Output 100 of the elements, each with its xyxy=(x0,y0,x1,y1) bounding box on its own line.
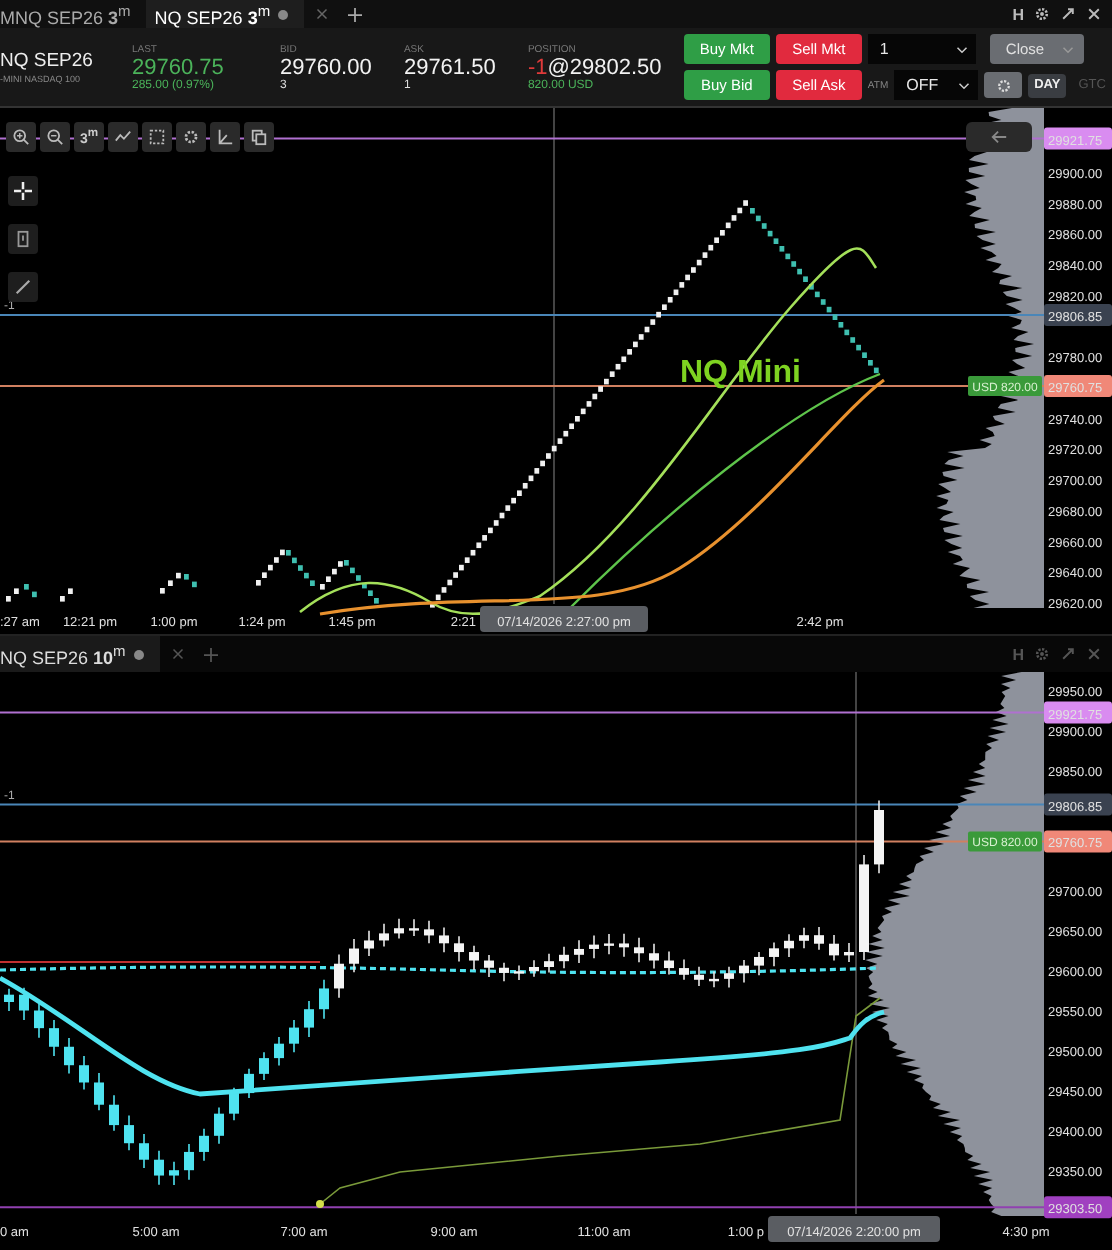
settings-icon xyxy=(995,77,1012,93)
candlestick xyxy=(244,1068,254,1099)
candlestick xyxy=(454,935,464,963)
axis-button[interactable] xyxy=(210,122,240,152)
candlestick xyxy=(34,1002,44,1039)
candlestick xyxy=(94,1072,104,1112)
candlestick xyxy=(64,1037,74,1075)
ask-price: 29761.50 xyxy=(403,55,498,79)
candlestick xyxy=(319,978,329,1020)
caret-icon xyxy=(1061,45,1074,53)
settings-button[interactable] xyxy=(984,72,1023,98)
candlestick xyxy=(694,966,704,987)
candlestick xyxy=(274,1036,284,1067)
candlestick xyxy=(604,933,614,955)
bid-price: 29760.00 xyxy=(279,55,374,79)
candlestick xyxy=(154,1149,164,1186)
candlestick xyxy=(814,926,824,951)
candlestick xyxy=(634,936,644,963)
candlestick xyxy=(259,1051,269,1081)
candlestick xyxy=(559,945,569,970)
candlestick xyxy=(199,1127,209,1162)
candlestick xyxy=(574,939,584,964)
candlestick xyxy=(709,970,719,989)
signal-dot xyxy=(316,1200,324,1208)
candlestick xyxy=(874,799,884,875)
candlestick xyxy=(364,930,374,957)
candlestick xyxy=(184,1143,194,1181)
caret-icon xyxy=(955,45,968,53)
candlestick xyxy=(349,938,359,974)
candlestick xyxy=(679,958,689,981)
candlestick xyxy=(124,1114,134,1152)
copy-icon xyxy=(250,128,268,146)
candlestick xyxy=(214,1106,224,1145)
crosshair-icon xyxy=(14,182,32,200)
candlestick xyxy=(544,952,554,974)
settings-icon[interactable] xyxy=(1034,6,1050,22)
candlestick xyxy=(649,943,659,970)
select-button[interactable] xyxy=(142,122,172,152)
chart-tab[interactable]: NQ SEP26 10$^{m}$ xyxy=(0,636,160,672)
candlestick xyxy=(754,951,764,976)
crosshair-tool-button[interactable] xyxy=(8,176,38,206)
pencil-icon xyxy=(14,278,32,296)
line-button[interactable] xyxy=(108,122,138,152)
candlestick xyxy=(469,944,479,971)
zoom-in-icon xyxy=(12,128,30,146)
candlestick xyxy=(529,959,539,978)
zoom-out-button[interactable] xyxy=(40,122,70,152)
candlestick xyxy=(4,987,14,1012)
candlestick xyxy=(49,1019,59,1057)
dot-icon xyxy=(133,649,144,659)
candlestick xyxy=(229,1086,239,1122)
candlestick xyxy=(139,1133,149,1169)
candlestick xyxy=(484,954,494,978)
back-button[interactable] xyxy=(966,122,1032,152)
atm-dropdown[interactable]: OFF xyxy=(894,70,979,100)
candlestick xyxy=(829,934,839,962)
candlestick xyxy=(799,927,809,950)
candlestick xyxy=(379,923,389,948)
note-tool-button[interactable] xyxy=(8,224,38,254)
candlestick xyxy=(439,926,449,954)
candlestick xyxy=(79,1055,89,1091)
hide-button[interactable]: H xyxy=(1012,5,1024,23)
position-price: @29802.50 xyxy=(547,55,662,79)
expand-icon[interactable] xyxy=(1060,6,1076,22)
chart-tab[interactable]: MNQ SEP26 3$^{m}$ xyxy=(0,0,147,28)
selection-icon xyxy=(148,128,166,146)
candlestick xyxy=(769,941,779,968)
candlestick xyxy=(109,1094,119,1132)
quantity-field[interactable]: 1 xyxy=(867,34,976,64)
back-arrow-icon xyxy=(990,128,1008,146)
candlestick xyxy=(334,953,344,999)
candlestick xyxy=(409,918,419,937)
candlestick xyxy=(499,962,509,982)
candlestick xyxy=(844,942,854,963)
add-icon[interactable] xyxy=(348,7,363,21)
candlestick xyxy=(289,1019,299,1054)
candlestick xyxy=(304,1000,314,1038)
chart-title-overlay: NQ Mini xyxy=(680,356,801,390)
settings-icon xyxy=(182,128,200,146)
candlestick xyxy=(619,933,629,958)
dot-icon xyxy=(278,9,289,19)
line-chart-icon xyxy=(114,128,132,146)
zoom-in-button[interactable] xyxy=(6,122,36,152)
zoom-out-icon xyxy=(46,128,64,146)
close-icon[interactable] xyxy=(1086,6,1102,22)
candlestick xyxy=(739,959,749,984)
position-quantity: -1 xyxy=(527,55,548,79)
axis-icon xyxy=(216,128,234,146)
copy-button[interactable] xyxy=(244,122,274,152)
chart-tab[interactable]: NQ SEP26 3$^{m}$ xyxy=(146,0,305,28)
note-icon xyxy=(14,230,32,248)
candlestick xyxy=(724,965,734,989)
candlestick xyxy=(664,950,674,976)
candlestick xyxy=(424,920,434,945)
caret-icon xyxy=(958,81,971,89)
candlestick xyxy=(394,918,404,940)
gear-button[interactable] xyxy=(176,122,206,152)
candlestick xyxy=(859,854,869,961)
pencil-tool-button[interactable] xyxy=(8,272,38,302)
candlestick xyxy=(589,934,599,959)
